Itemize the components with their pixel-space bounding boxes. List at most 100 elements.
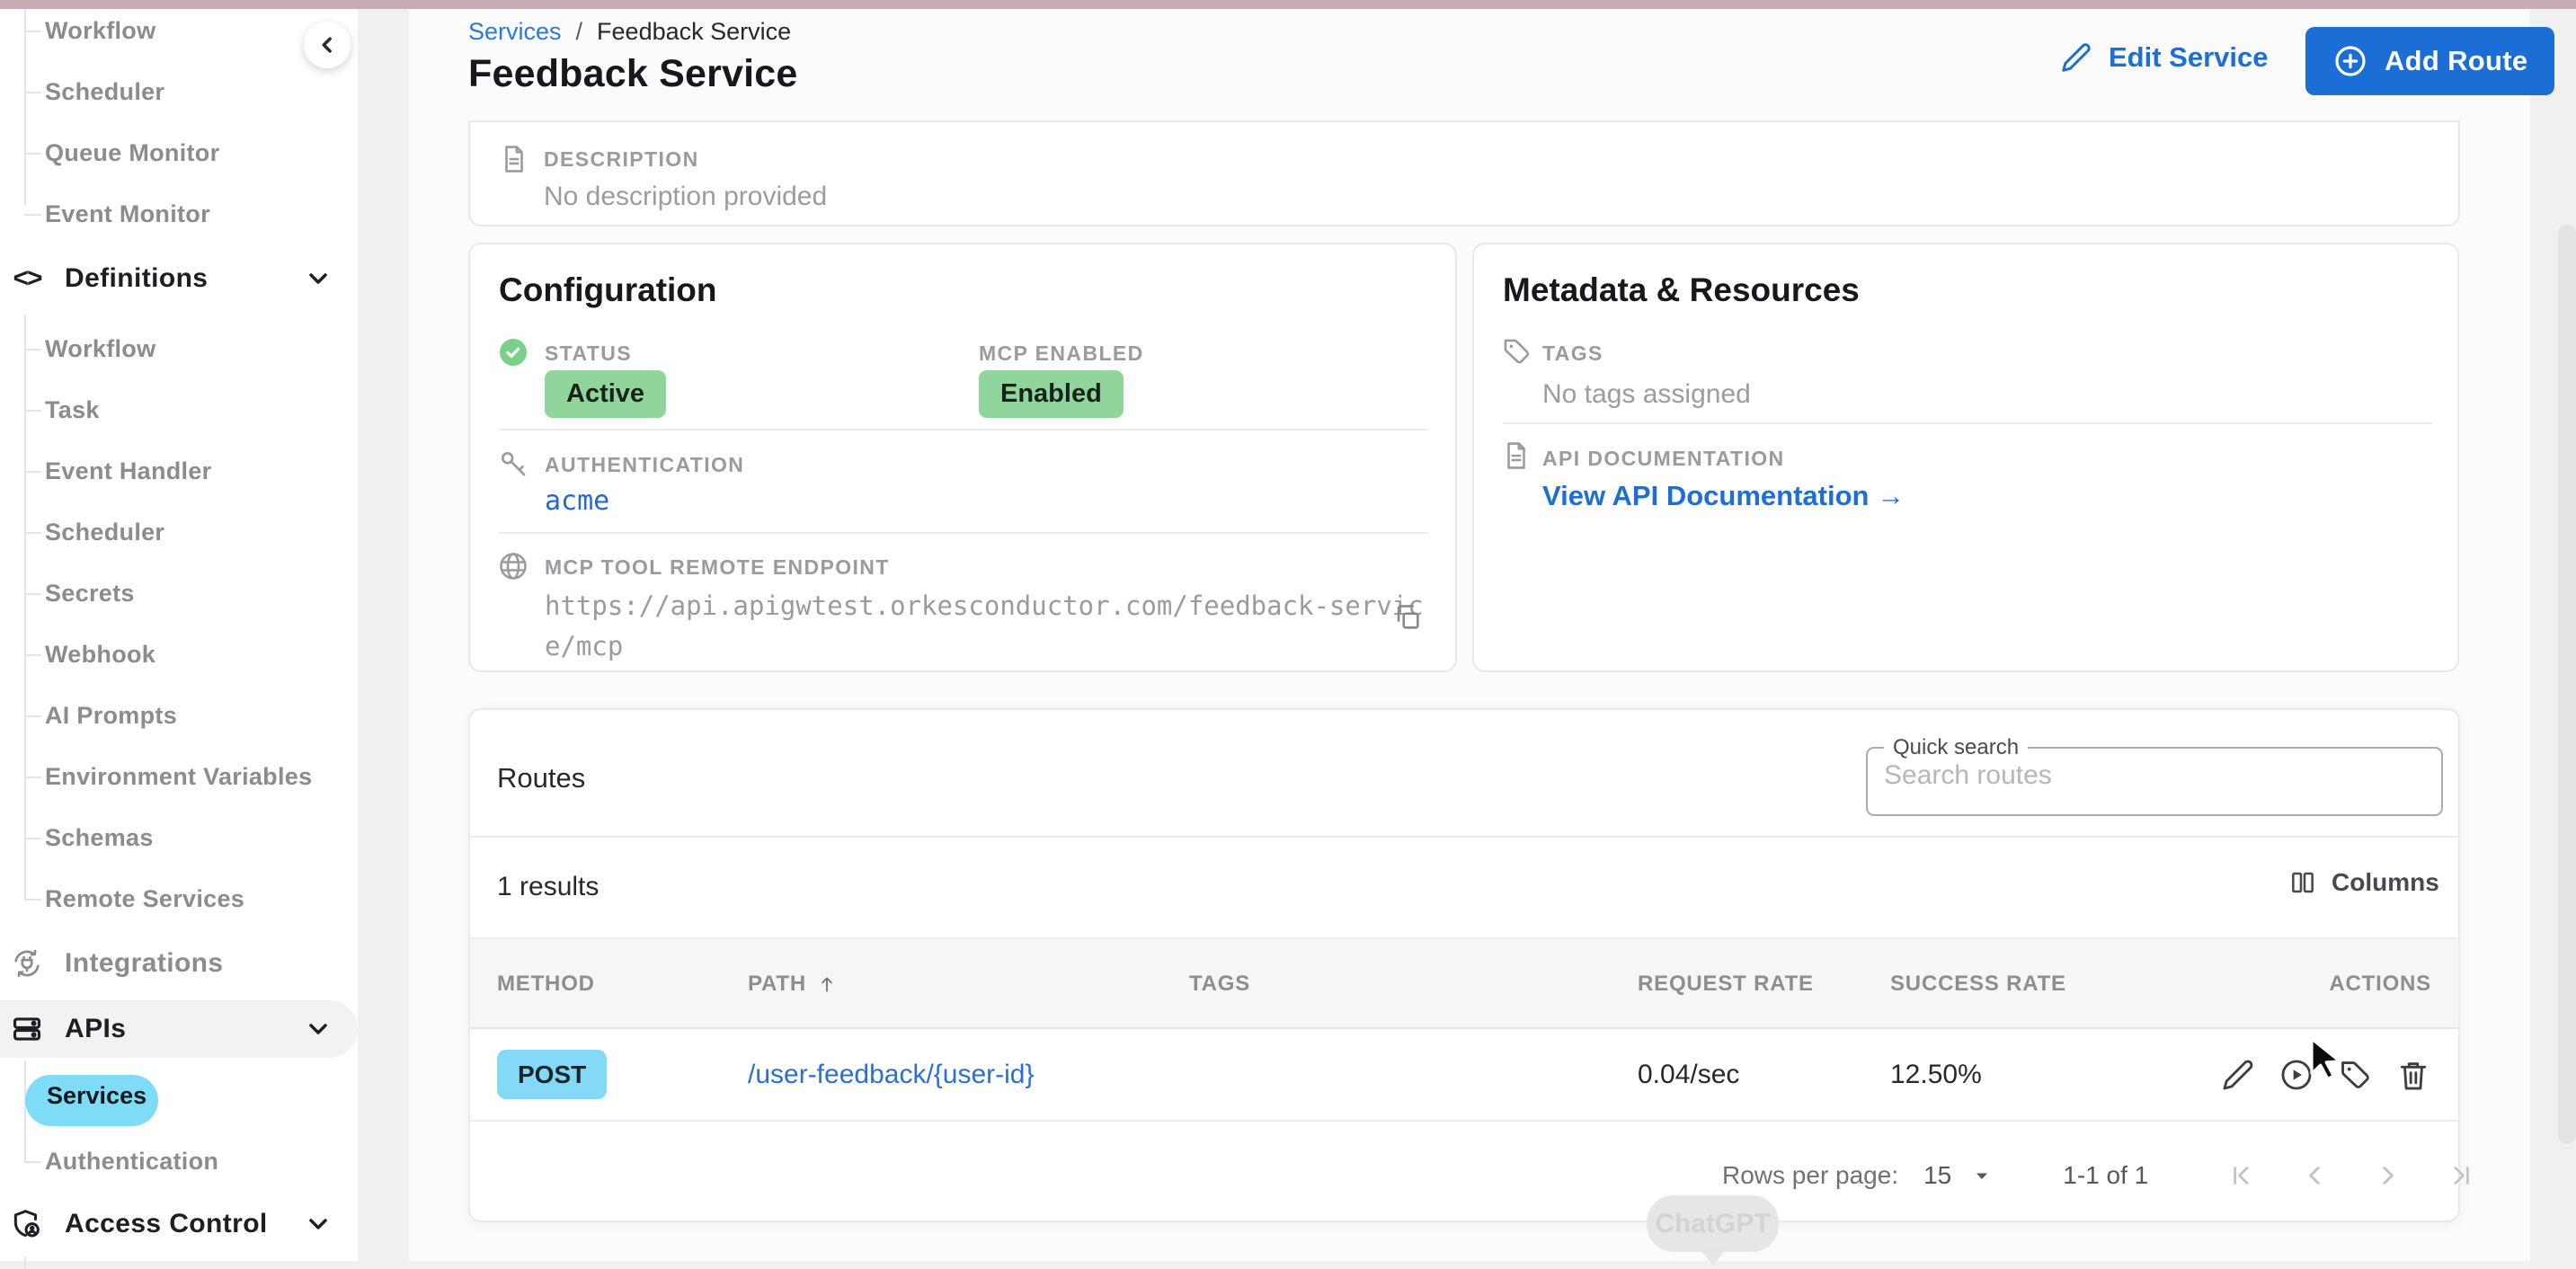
col-method[interactable]: METHOD bbox=[497, 939, 595, 1029]
first-page-icon[interactable] bbox=[2225, 1160, 2256, 1191]
server-stack-icon bbox=[9, 1011, 45, 1047]
tree-line bbox=[24, 1256, 26, 1269]
screen: Workflow Scheduler Queue Monitor Event M… bbox=[0, 0, 2576, 1269]
route-table-row[interactable]: POST /user-feedback/{user-id} 0.04/sec 1… bbox=[470, 1029, 2458, 1122]
sidebar-item-def-workflow[interactable]: Workflow bbox=[23, 331, 155, 367]
sidebar-item-secrets[interactable]: Secrets bbox=[24, 575, 135, 611]
edit-service-button[interactable]: Edit Service bbox=[2060, 41, 2268, 74]
pagination-range: 1-1 of 1 bbox=[2063, 1161, 2149, 1189]
page-title: Feedback Service bbox=[468, 52, 798, 95]
sidebar-item-schemas[interactable]: Schemas bbox=[24, 820, 154, 856]
last-page-icon[interactable] bbox=[2447, 1160, 2477, 1191]
edit-service-label: Edit Service bbox=[2109, 41, 2269, 73]
sidebar-item-services-label: Services bbox=[47, 1082, 147, 1109]
sort-asc-icon bbox=[815, 971, 839, 998]
api-docs-label: API DOCUMENTATION bbox=[1542, 447, 1785, 470]
sidebar-section-integrations[interactable]: Integrations bbox=[0, 935, 358, 992]
mcp-enabled-label: MCP ENABLED bbox=[979, 342, 1144, 365]
sidebar-item-scheduler[interactable]: Scheduler bbox=[23, 74, 164, 110]
quick-search-field[interactable]: Quick search bbox=[1866, 735, 2443, 816]
sidebar-section-apis[interactable]: APIs bbox=[0, 1000, 358, 1058]
divider bbox=[499, 532, 1428, 534]
columns-label: Columns bbox=[2332, 868, 2439, 896]
tag-icon bbox=[1501, 336, 1532, 367]
path-cell: /user-feedback/{user-id} bbox=[748, 1029, 1035, 1120]
sidebar-item-event-monitor[interactable]: Event Monitor bbox=[24, 196, 210, 232]
sidebar-section-label: APIs bbox=[65, 1014, 127, 1043]
scrollbar-thumb[interactable] bbox=[2558, 225, 2576, 1144]
breadcrumb-services-link[interactable]: Services bbox=[468, 18, 562, 46]
divider bbox=[1503, 422, 2432, 424]
columns-icon bbox=[2288, 868, 2317, 897]
method-badge: POST bbox=[497, 1050, 608, 1099]
tree-line bbox=[24, 9, 26, 205]
pencil-icon bbox=[2060, 41, 2092, 74]
sidebar-item-event-handler[interactable]: Event Handler bbox=[23, 453, 211, 489]
sidebar-item-def-scheduler[interactable]: Scheduler bbox=[23, 514, 164, 550]
configuration-card: Configuration STATUS Active MCP ENABLED … bbox=[468, 243, 1457, 672]
authentication-label: AUTHENTICATION bbox=[545, 453, 745, 476]
search-routes-input[interactable] bbox=[1884, 760, 2412, 791]
col-path[interactable]: PATH bbox=[748, 939, 839, 1029]
tree-line bbox=[24, 315, 26, 899]
tags-value: No tags assigned bbox=[1542, 379, 1751, 409]
route-path-link[interactable]: /user-feedback/{user-id} bbox=[748, 1060, 1035, 1090]
sidebar-item-authentication[interactable]: Authentication bbox=[23, 1143, 218, 1179]
key-icon bbox=[497, 448, 529, 480]
document-icon bbox=[499, 144, 529, 174]
results-count: 1 results bbox=[497, 872, 600, 901]
chatgpt-watermark: ChatGPT bbox=[1647, 1195, 1779, 1252]
sidebar-section-definitions[interactable]: <> Definitions bbox=[0, 250, 358, 307]
columns-button[interactable]: Columns bbox=[2288, 868, 2439, 897]
endpoint-label: MCP TOOL REMOTE ENDPOINT bbox=[545, 555, 890, 579]
sidebar-collapse-button[interactable] bbox=[304, 22, 351, 68]
chevron-down-icon bbox=[304, 264, 333, 293]
sidebar-item-remote-services[interactable]: Remote Services bbox=[23, 881, 244, 917]
description-label: DESCRIPTION bbox=[544, 147, 699, 171]
prev-page-icon[interactable] bbox=[2299, 1160, 2330, 1191]
col-success-rate[interactable]: SUCCESS RATE bbox=[1890, 939, 2066, 1029]
mouse-cursor bbox=[2301, 1035, 2351, 1091]
sidebar-item-webhook[interactable]: Webhook bbox=[23, 636, 155, 672]
rows-per-page-select[interactable]: 15 bbox=[1923, 1161, 1993, 1190]
request-rate-cell: 0.04/sec bbox=[1638, 1059, 1740, 1089]
sidebar-item-def-task[interactable]: Task bbox=[24, 392, 100, 428]
sidebar-section-access-control[interactable]: Access Control bbox=[0, 1195, 358, 1253]
sidebar-item-queue-monitor[interactable]: Queue Monitor bbox=[23, 135, 219, 171]
sidebar-item-ai-prompts[interactable]: AI Prompts bbox=[23, 697, 177, 733]
status-badge: Active bbox=[545, 370, 667, 418]
next-page-icon[interactable] bbox=[2373, 1160, 2403, 1191]
code-icon: <> bbox=[13, 263, 42, 293]
delete-route-trash-icon[interactable] bbox=[2395, 1057, 2431, 1093]
add-route-button[interactable]: Add Route bbox=[2305, 27, 2555, 95]
window-top-strip bbox=[0, 0, 2576, 9]
sidebar: Workflow Scheduler Queue Monitor Event M… bbox=[0, 9, 358, 1269]
integrations-plug-icon bbox=[9, 945, 45, 981]
authentication-value-link[interactable]: acme bbox=[545, 485, 609, 517]
copy-icon[interactable] bbox=[1392, 602, 1423, 633]
plus-circle-icon bbox=[2332, 43, 2368, 79]
tags-label: TAGS bbox=[1542, 342, 1603, 365]
sidebar-section-label: Integrations bbox=[65, 948, 224, 978]
success-rate-cell: 12.50% bbox=[1890, 1059, 1982, 1089]
routes-title: Routes bbox=[497, 762, 586, 794]
add-route-label: Add Route bbox=[2385, 45, 2528, 76]
breadcrumb-current: Feedback Service bbox=[597, 18, 792, 45]
rows-per-page-label: Rows per page: bbox=[1722, 1161, 1899, 1189]
col-request-rate[interactable]: REQUEST RATE bbox=[1638, 939, 1814, 1029]
endpoint-value: https://api.apigwtest.orkesconductor.com… bbox=[545, 590, 1424, 661]
tree-line bbox=[24, 1060, 26, 1161]
sidebar-item-workflow[interactable]: Workflow bbox=[23, 13, 155, 49]
caret-down-icon bbox=[1971, 1165, 1993, 1186]
description-card: DESCRIPTION No description provided bbox=[468, 120, 2460, 226]
view-api-docs-link[interactable]: View API Documentation → bbox=[1542, 480, 1905, 512]
col-tags[interactable]: TAGS bbox=[1189, 939, 1250, 1029]
edit-route-icon[interactable] bbox=[2220, 1057, 2256, 1093]
sidebar-item-env-variables[interactable]: Environment Variables bbox=[23, 759, 312, 794]
divider bbox=[499, 429, 1428, 430]
breadcrumb-separator: / bbox=[575, 18, 583, 45]
chevron-down-icon bbox=[304, 1210, 333, 1238]
mcp-enabled-badge: Enabled bbox=[979, 370, 1124, 418]
metadata-title: Metadata & Resources bbox=[1503, 271, 1860, 308]
sidebar-section-label: Access Control bbox=[65, 1209, 268, 1238]
